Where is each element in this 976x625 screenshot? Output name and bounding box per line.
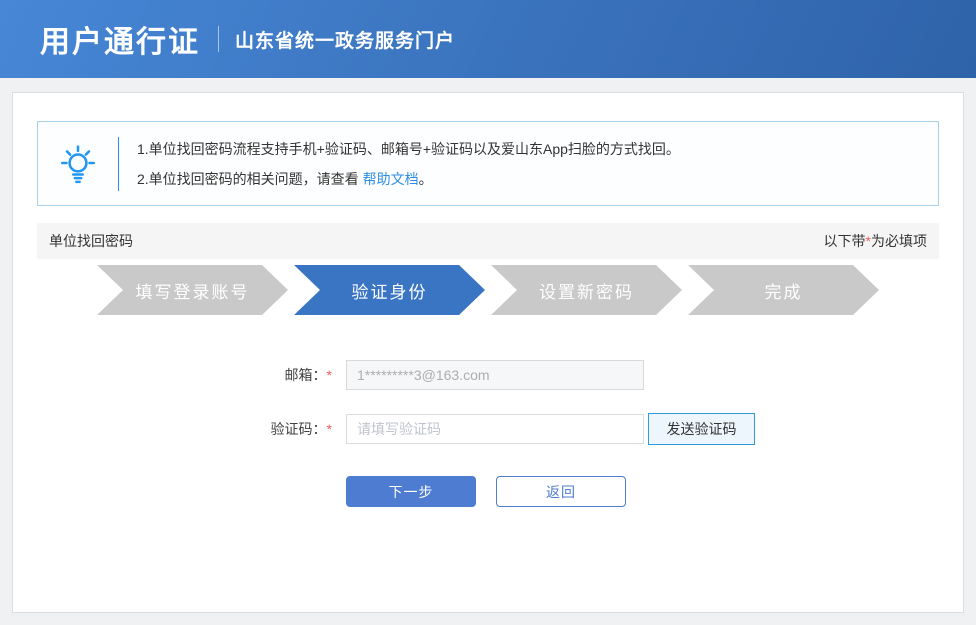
required-note: 以下带*为必填项 [824,231,927,251]
notice-text: 1.单位找回密码流程支持手机+验证码、邮箱号+验证码以及爱山东App扫脸的方式找… [119,134,680,194]
email-label: 邮箱：* [37,365,346,385]
step-complete: 完成 [688,265,879,315]
page-header: 用户通行证 山东省统一政务服务门户 [0,0,976,78]
code-row: 验证码：* 发送验证码 [37,413,939,445]
step-verify-identity: 验证身份 [294,265,485,315]
notice-box: 1.单位找回密码流程支持手机+验证码、邮箱号+验证码以及爱山东App扫脸的方式找… [37,121,939,206]
help-doc-link[interactable]: 帮助文档 [363,171,419,187]
portal-subtitle: 山东省统一政务服务门户 [235,30,456,52]
email-field [346,360,644,390]
email-row: 邮箱：* [37,360,939,390]
send-code-button[interactable]: 发送验证码 [648,413,755,445]
step-set-new-password: 设置新密码 [491,265,682,315]
back-button[interactable]: 返回 [496,476,626,507]
code-input[interactable] [346,414,644,444]
step-label: 填写登录账号 [135,282,250,302]
section-bar: 单位找回密码 以下带*为必填项 [37,223,939,259]
code-label: 验证码：* [37,419,346,439]
recover-form: 邮箱：* 验证码：* 发送验证码 下一步 返回 [37,360,939,507]
header-divider [218,26,219,52]
next-step-button[interactable]: 下一步 [346,476,476,507]
step-fill-login-account: 填写登录账号 [97,265,288,315]
code-label-text: 验证码： [270,421,327,437]
notice-line-2-suffix: 。 [418,170,433,187]
step-label: 完成 [764,282,803,302]
required-note-prefix: 以下带 [823,233,866,249]
notice-line-1: 1.单位找回密码流程支持手机+验证码、邮箱号+验证码以及爱山东App扫脸的方式找… [137,140,680,157]
content-card: 1.单位找回密码流程支持手机+验证码、邮箱号+验证码以及爱山东App扫脸的方式找… [12,92,964,613]
step-label: 设置新密码 [539,282,634,302]
section-title: 单位找回密码 [49,233,133,249]
email-required-star: * [326,367,332,383]
step-label: 验证身份 [351,282,428,302]
lightbulb-icon [38,143,118,185]
required-note-suffix: 为必填项 [871,233,927,249]
notice-line-2-text: 2.单位找回密码的相关问题，请查看 [137,170,363,187]
form-actions: 下一步 返回 [37,476,939,507]
email-label-text: 邮箱： [284,367,327,383]
steps-bar: 填写登录账号 验证身份 设置新密码 完成 [97,265,879,315]
notice-line-2: 2.单位找回密码的相关问题，请查看 帮助文档。 [137,164,680,194]
code-required-star: * [326,421,332,437]
app-title: 用户通行证 [40,26,200,59]
